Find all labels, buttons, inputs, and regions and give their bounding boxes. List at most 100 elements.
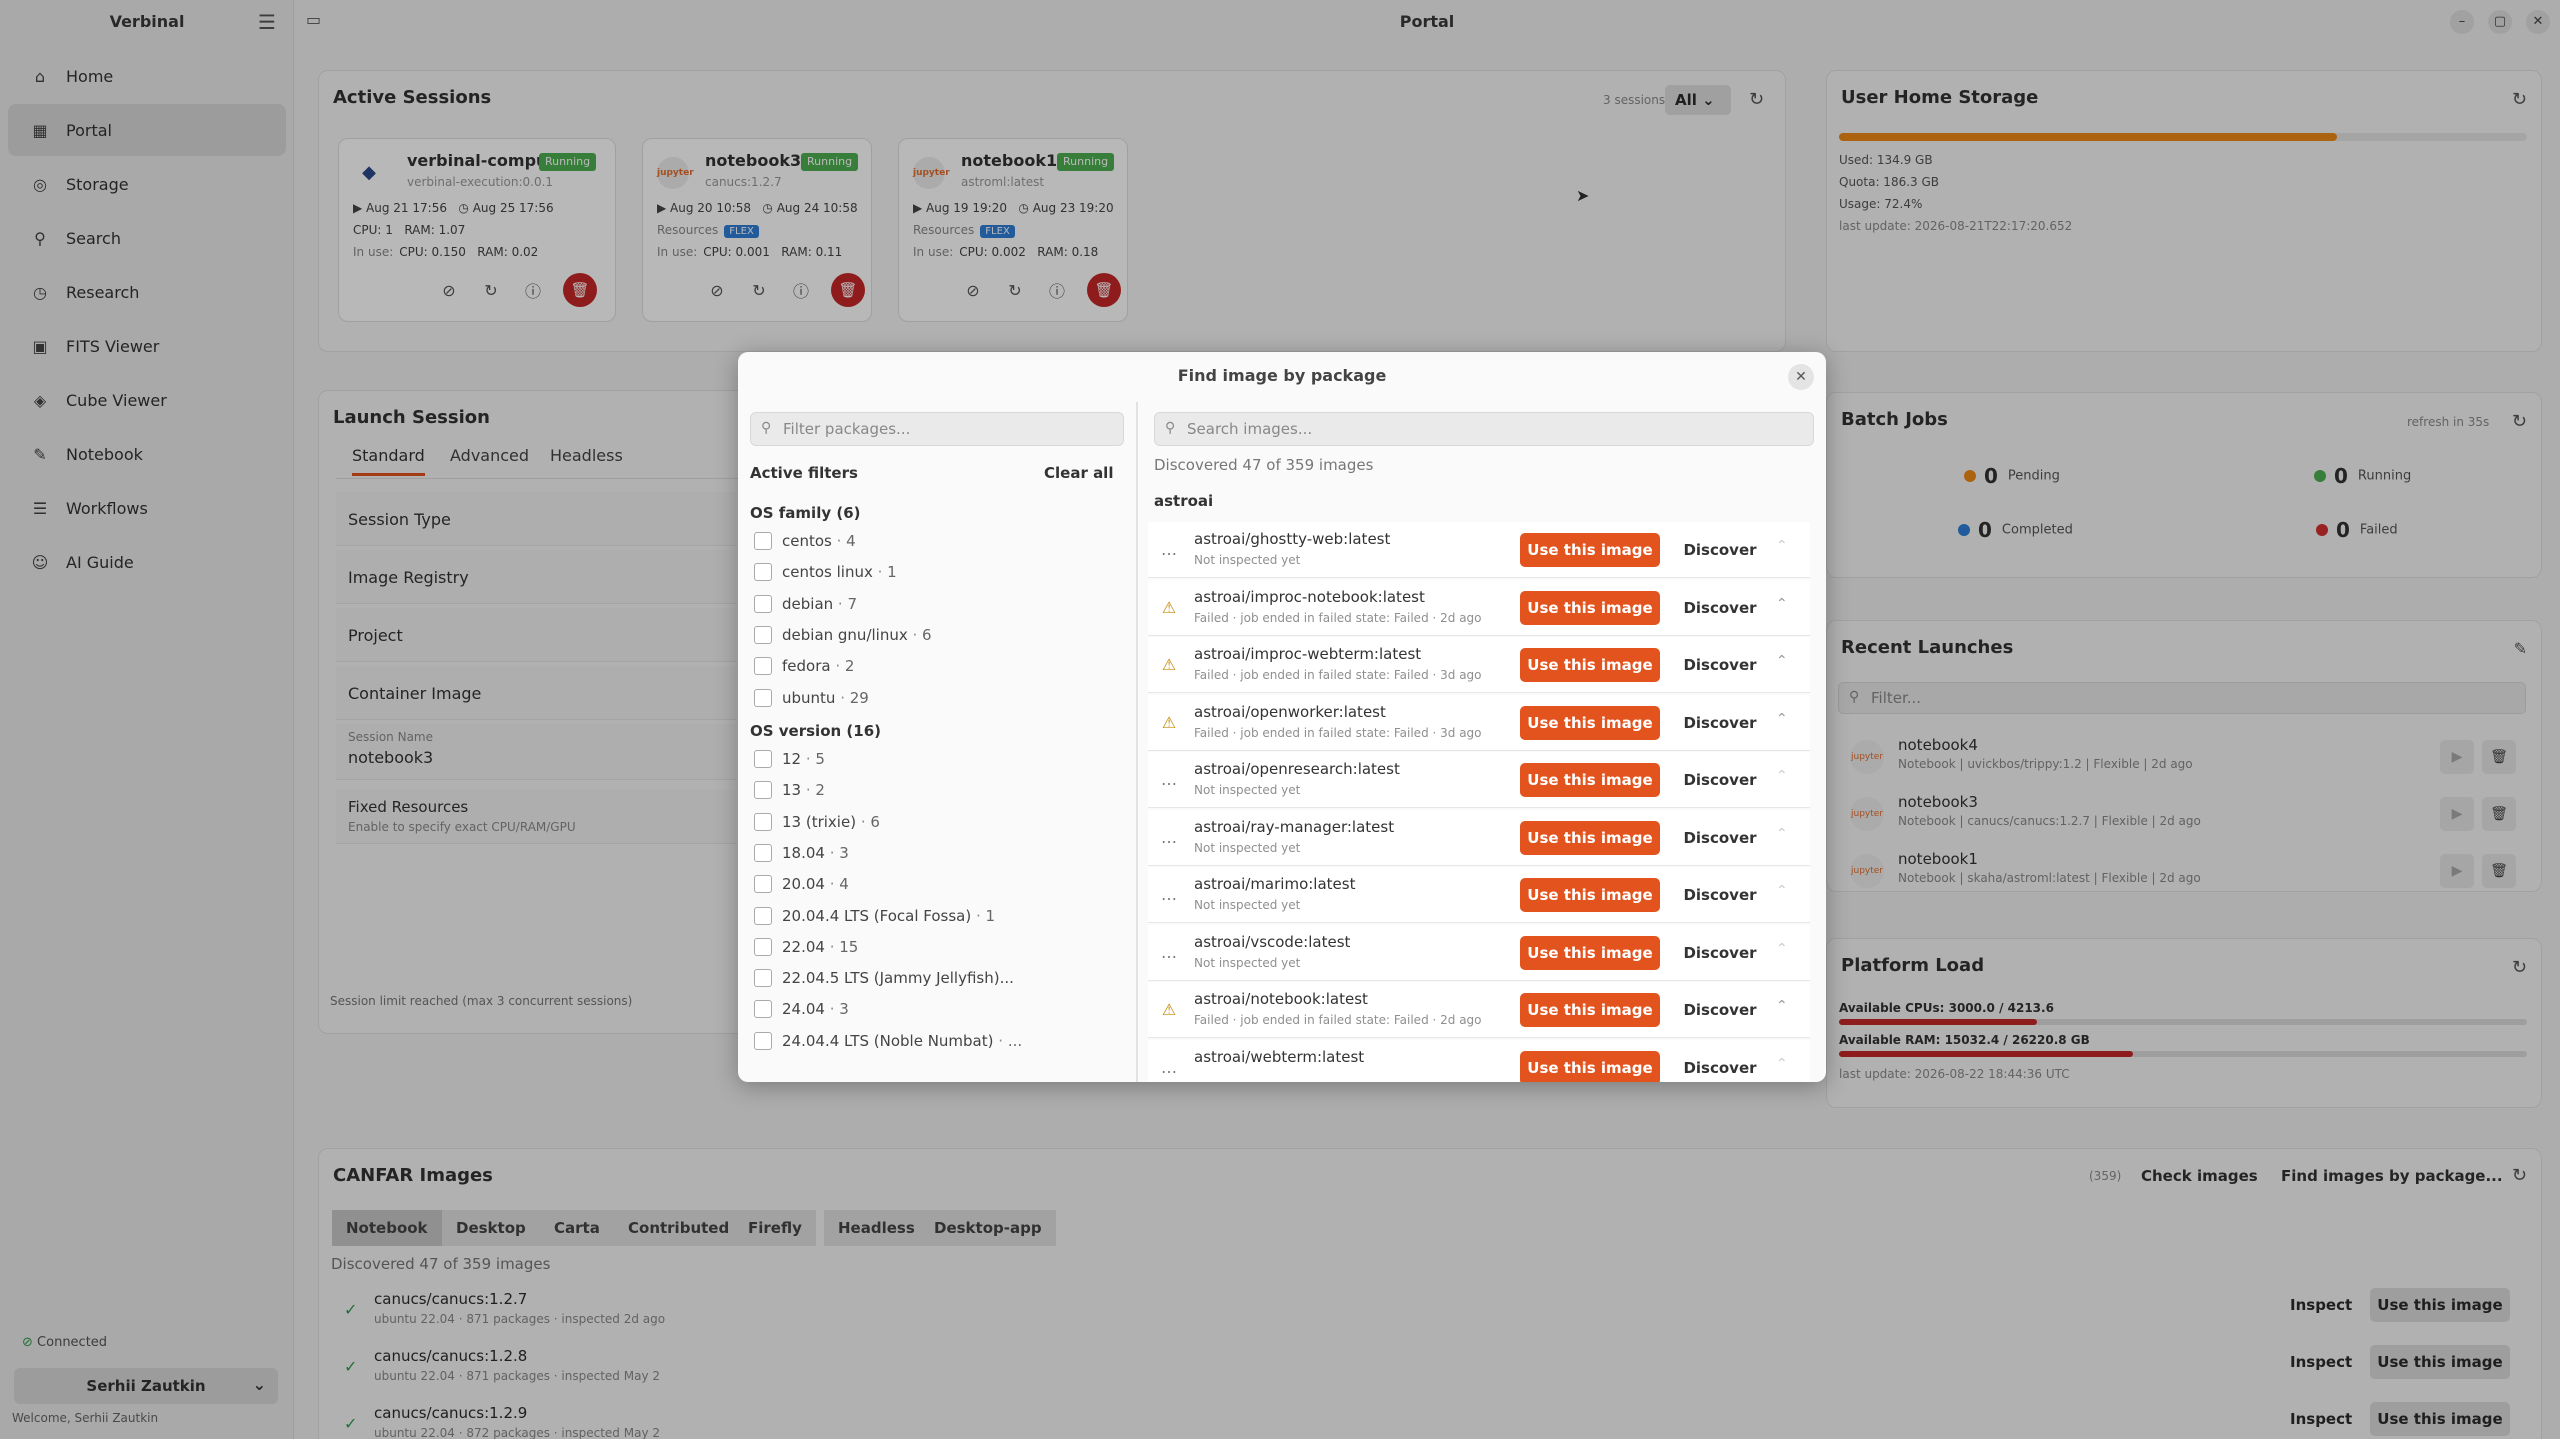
package-filter-option[interactable]: fedora · 2 <box>754 657 854 676</box>
package-filter-option[interactable]: 20.04.4 LTS (Focal Fossa) · 1 <box>754 906 996 925</box>
modal-divider <box>1136 402 1138 1082</box>
discover-button[interactable]: Discover <box>1670 936 1770 970</box>
option-count: 3 <box>839 1000 849 1019</box>
image-result-row: … astroai/vscode:latest Not inspected yet U… <box>1148 924 1810 981</box>
checkbox[interactable] <box>754 563 772 582</box>
image-result-name: astroai/webterm:latest <box>1194 1047 1365 1066</box>
option-name: 20.04.4 LTS (Focal Fossa) <box>782 906 972 925</box>
image-result-row: … astroai/marimo:latest Not inspected yet U… <box>1148 867 1810 923</box>
cursor-icon: ➤ <box>1576 186 1590 205</box>
chevron-up-icon[interactable]: ⌃ <box>1776 998 1788 1014</box>
use-this-image-button[interactable]: Use this image <box>1520 1050 1660 1082</box>
image-result-name: astroai/ray-manager:latest <box>1194 817 1395 836</box>
discover-button[interactable]: Discover <box>1670 993 1770 1027</box>
discover-button[interactable]: Discover <box>1670 706 1770 740</box>
package-filter-option[interactable]: 13 · 2 <box>754 781 825 800</box>
image-result-name: astroai/improc-notebook:latest <box>1194 587 1425 606</box>
discover-button[interactable]: Discover <box>1670 821 1770 855</box>
package-filter-option[interactable]: 12 · 5 <box>754 750 825 768</box>
option-name: debian <box>782 594 834 613</box>
use-this-image-button[interactable]: Use this image <box>1520 705 1660 740</box>
discover-button[interactable]: Discover <box>1670 648 1770 682</box>
more-icon: … <box>1161 1057 1177 1077</box>
separator-dot: · <box>831 532 847 550</box>
checkbox[interactable] <box>754 594 772 613</box>
checkbox[interactable] <box>754 1031 772 1050</box>
use-this-image-button[interactable]: Use this image <box>1520 993 1660 1027</box>
package-filter-option[interactable]: 24.04 · 3 <box>754 1000 849 1019</box>
chevron-up-icon[interactable]: ⌃ <box>1776 653 1788 669</box>
discover-button[interactable]: Discover <box>1670 1051 1770 1083</box>
package-filter-option[interactable]: debian gnu/linux · 6 <box>754 625 932 644</box>
package-filter-option[interactable]: 20.04 · 4 <box>754 875 849 894</box>
image-result-row: ⚠ astroai/improc-webterm:latest Failed · j… <box>1148 637 1810 693</box>
option-count: 6 <box>870 812 880 831</box>
chevron-up-icon[interactable]: ⌃ <box>1776 941 1788 957</box>
image-result-status: Not inspected yet <box>1194 840 1301 855</box>
search-images-input[interactable]: ⚲ Search images... <box>1154 412 1814 446</box>
option-name: 22.04.5 LTS (Jammy Jellyfish)... <box>782 969 1014 988</box>
option-name: 22.04 <box>782 937 825 956</box>
option-name: fedora <box>782 657 831 676</box>
image-result-row: ⚠ astroai/notebook:latest Failed · job end… <box>1148 982 1810 1038</box>
package-filter-option[interactable]: 22.04.5 LTS (Jammy Jellyfish)... <box>754 969 1014 988</box>
clear-all-button[interactable]: Clear all <box>1044 464 1113 482</box>
use-this-image-button[interactable]: Use this image <box>1520 878 1660 912</box>
chevron-up-icon[interactable]: ⌃ <box>1776 883 1788 899</box>
use-this-image-button[interactable]: Use this image <box>1520 935 1660 970</box>
option-name: 12 <box>782 750 802 768</box>
option-name: 24.04 <box>782 1000 825 1019</box>
checkbox[interactable] <box>754 750 772 768</box>
chevron-up-icon[interactable]: ⌃ <box>1776 1056 1788 1072</box>
result-group-label: astroai <box>1154 492 1214 510</box>
chevron-up-icon[interactable]: ⌃ <box>1776 538 1788 554</box>
package-filter-option[interactable]: 24.04.4 LTS (Noble Numbat) · ... <box>754 1031 1022 1050</box>
checkbox[interactable] <box>754 625 772 644</box>
package-filter-option[interactable]: 13 (trixie) · 6 <box>754 812 880 831</box>
checkbox[interactable] <box>754 843 772 862</box>
use-this-image-button[interactable]: Use this image <box>1520 533 1660 567</box>
warning-icon: ⚠ <box>1161 655 1177 674</box>
package-filter-option[interactable]: debian · 7 <box>754 594 857 613</box>
checkbox[interactable] <box>754 532 772 550</box>
package-filter-option[interactable]: 18.04 · 3 <box>754 843 849 862</box>
separator-dot: · <box>907 625 923 644</box>
checkbox[interactable] <box>754 937 772 956</box>
chevron-up-icon[interactable]: ⌃ <box>1776 826 1788 842</box>
use-this-image-button[interactable]: Use this image <box>1520 648 1660 682</box>
use-this-image-button[interactable]: Use this image <box>1520 590 1660 625</box>
package-filter-option[interactable]: 22.04 · 15 <box>754 937 858 956</box>
use-this-image-button[interactable]: Use this image <box>1520 820 1660 855</box>
chevron-up-icon[interactable]: ⌃ <box>1776 711 1788 727</box>
discover-button[interactable]: Discover <box>1670 763 1770 797</box>
checkbox[interactable] <box>754 969 772 988</box>
package-filter-option[interactable]: ubuntu · 29 <box>754 688 869 707</box>
discover-button[interactable]: Discover <box>1670 533 1770 567</box>
checkbox[interactable] <box>754 657 772 676</box>
checkbox[interactable] <box>754 781 772 800</box>
checkbox[interactable] <box>754 688 772 707</box>
filter-packages-input[interactable]: ⚲ Filter packages... <box>750 412 1124 446</box>
warning-icon: ⚠ <box>1161 1000 1177 1019</box>
chevron-up-icon[interactable]: ⌃ <box>1776 768 1788 784</box>
option-count: 1 <box>985 906 996 925</box>
image-result-status: Failed · job ended in failed state: Fail… <box>1194 725 1482 740</box>
checkbox[interactable] <box>754 875 772 894</box>
package-filter-option[interactable]: centos · 4 <box>754 532 856 550</box>
checkbox[interactable] <box>754 906 772 925</box>
search-icon: ⚲ <box>761 420 772 436</box>
use-this-image-button[interactable]: Use this image <box>1520 763 1660 797</box>
option-count: 3 <box>839 843 849 862</box>
option-count: 7 <box>847 594 857 613</box>
checkbox[interactable] <box>754 1000 772 1019</box>
chevron-up-icon[interactable]: ⌃ <box>1776 596 1788 612</box>
checkbox[interactable] <box>754 812 772 831</box>
search-icon: ⚲ <box>1165 420 1176 436</box>
discover-button[interactable]: Discover <box>1670 591 1770 625</box>
image-result-status: Not inspected yet <box>1194 783 1301 797</box>
discover-button[interactable]: Discover <box>1670 878 1770 912</box>
more-icon: … <box>1161 942 1177 962</box>
package-filter-option[interactable]: centos linux · 1 <box>754 563 897 582</box>
warning-icon: ⚠ <box>1161 712 1177 732</box>
close-icon[interactable]: ✕ <box>1788 364 1814 390</box>
